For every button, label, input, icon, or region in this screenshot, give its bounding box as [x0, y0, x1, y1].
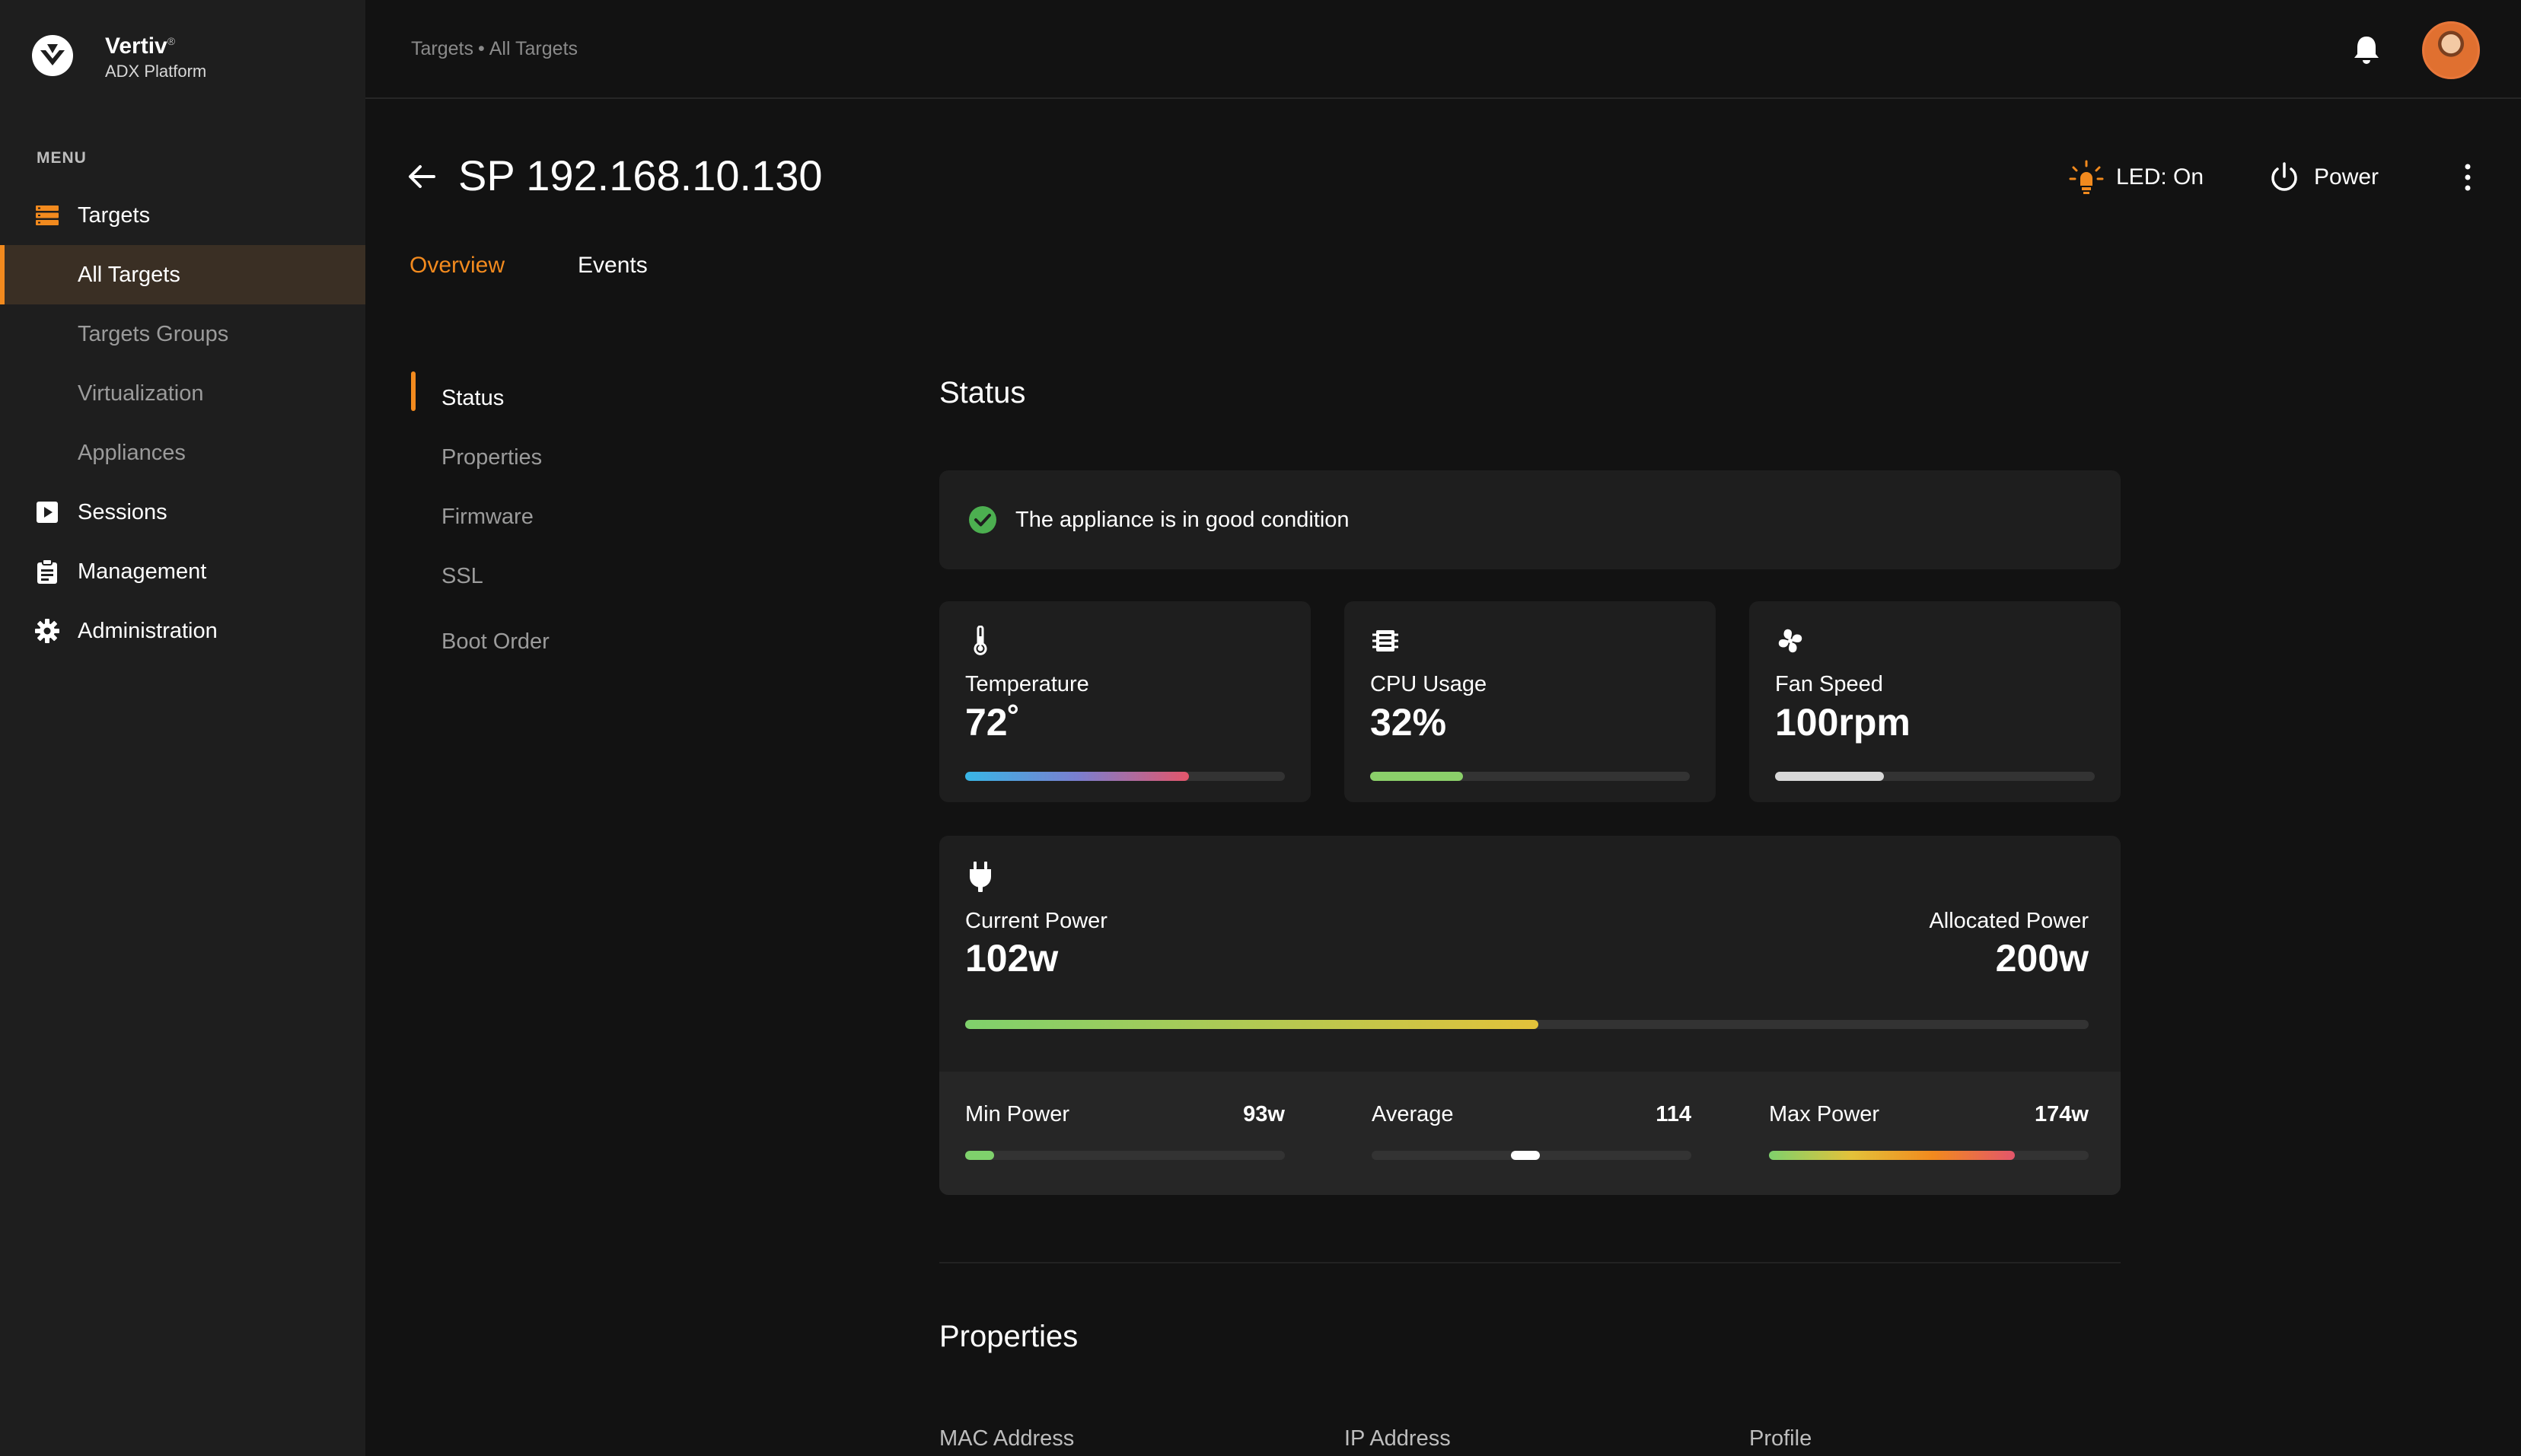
page-title: SP 192.168.10.130	[458, 151, 823, 199]
clipboard-icon	[35, 559, 59, 584]
status-heading: Status	[939, 376, 1026, 409]
max-power-bar	[1769, 1151, 2089, 1160]
average-power-bar	[1372, 1151, 1691, 1160]
led-toggle-button[interactable]: LED: On	[2069, 157, 2204, 198]
power-stats: Min Power 93w Average 114 Max Power 174w	[939, 1072, 2121, 1195]
breadcrumb: Targets • All Targets	[411, 38, 578, 60]
condition-text: The appliance is in good condition	[1015, 507, 1350, 532]
sidebar-item-label: Management	[78, 559, 207, 584]
tab-overview[interactable]: Overview	[410, 253, 505, 279]
vertiv-logo-icon	[32, 34, 73, 76]
ip-address-label: IP Address	[1344, 1426, 1451, 1451]
cpu-usage-card: CPU Usage 32%	[1344, 601, 1716, 802]
temperature-bar-fill	[965, 772, 1189, 781]
sidebar-item-label: Targets	[78, 202, 151, 228]
sessions-icon	[35, 500, 59, 524]
more-options-icon[interactable]	[2452, 160, 2483, 195]
metric-label: CPU Usage	[1370, 672, 1487, 696]
max-power-bar-fill	[1769, 1151, 2016, 1160]
section-nav: Status Properties Firmware SSL Boot Orde…	[411, 368, 550, 671]
fan-speed-bar	[1775, 772, 2095, 781]
mac-address-label: MAC Address	[939, 1426, 1075, 1451]
max-power-stat: Max Power 174w	[1769, 1102, 2089, 1127]
sidebar-item-all-targets[interactable]: All Targets	[0, 245, 365, 304]
metric-label: Fan Speed	[1775, 672, 1883, 696]
brand[interactable]: Vertiv® ADX Platform	[30, 27, 206, 83]
sidebar-item-label: Administration	[78, 618, 218, 643]
power-label: Power	[2314, 164, 2379, 190]
breadcrumb-separator: •	[477, 38, 485, 59]
fan-speed-card: Fan Speed 100rpm	[1749, 601, 2121, 802]
min-power-bar	[965, 1151, 1285, 1160]
average-power-stat: Average 114	[1372, 1102, 1691, 1127]
min-power-stat: Min Power 93w	[965, 1102, 1285, 1127]
bulb-icon	[2069, 160, 2104, 194]
section-link-firmware[interactable]: Firmware	[411, 487, 550, 546]
allocated-power-label: Allocated Power	[1929, 909, 2089, 933]
back-arrow-icon[interactable]	[405, 160, 438, 193]
temperature-bar	[965, 772, 1285, 781]
average-power-marker	[1510, 1151, 1540, 1160]
chip-icon	[1372, 630, 1398, 652]
min-power-bar-fill	[965, 1151, 994, 1160]
tab-events[interactable]: Events	[578, 253, 648, 279]
section-link-properties[interactable]: Properties	[411, 428, 550, 487]
plug-icon	[970, 862, 991, 892]
power-bar	[965, 1020, 2089, 1029]
metric-value: 32%	[1370, 701, 1447, 744]
metric-value: 100rpm	[1775, 701, 1911, 744]
fan-icon	[1778, 629, 1802, 653]
check-circle-icon	[969, 506, 996, 534]
power-button[interactable]: Power	[2267, 157, 2379, 198]
brand-subtitle: ADX Platform	[105, 62, 207, 81]
sidebar-item-appliances[interactable]: Appliances	[0, 423, 365, 483]
sidebar-item-targets[interactable]: Targets	[0, 186, 365, 245]
stat-label: Average	[1372, 1102, 1454, 1126]
section-link-status[interactable]: Status	[411, 368, 550, 428]
stat-value: 93w	[1243, 1102, 1285, 1126]
tabs: Overview Events	[410, 253, 721, 279]
power-bar-fill	[965, 1020, 1538, 1029]
targets-icon	[35, 203, 59, 228]
temperature-card: Temperature 72˚	[939, 601, 1311, 802]
gear-icon	[35, 619, 59, 643]
metric-label: Temperature	[965, 672, 1089, 696]
led-label: LED: On	[2116, 164, 2204, 190]
fan-speed-bar-fill	[1775, 772, 1884, 781]
current-power-label: Current Power	[965, 909, 1108, 933]
section-link-boot-order[interactable]: Boot Order	[411, 612, 550, 671]
section-link-ssl[interactable]: SSL	[411, 546, 550, 606]
sidebar-item-virtualization[interactable]: Virtualization	[0, 364, 365, 423]
sidebar: Vertiv® ADX Platform MENU Targets All Ta…	[0, 0, 365, 1456]
sidebar-item-label: Sessions	[78, 499, 167, 524]
cpu-usage-bar-fill	[1370, 772, 1463, 781]
menu-title: MENU	[37, 149, 87, 167]
properties-heading: Properties	[939, 1320, 1079, 1353]
profile-label: Profile	[1749, 1426, 1812, 1451]
sidebar-item-sessions[interactable]: Sessions	[0, 483, 365, 542]
stat-value: 174w	[2035, 1102, 2089, 1126]
current-power-value: 102w	[965, 937, 1059, 980]
power-icon	[2271, 162, 2297, 191]
power-card: Current Power 102w Allocated Power 200w …	[939, 836, 2121, 1195]
thermometer-icon	[974, 625, 987, 655]
bell-icon[interactable]	[2349, 32, 2384, 67]
sidebar-item-targets-groups[interactable]: Targets Groups	[0, 304, 365, 364]
stat-label: Min Power	[965, 1102, 1069, 1126]
top-bar: Targets • All Targets	[365, 0, 2521, 99]
cpu-usage-bar	[1370, 772, 1690, 781]
brand-name: Vertiv®	[105, 33, 176, 59]
section-divider	[939, 1262, 2121, 1263]
sidebar-item-management[interactable]: Management	[0, 542, 365, 601]
metric-value: 72˚	[965, 701, 1021, 744]
stat-value: 114	[1656, 1102, 1691, 1126]
sidebar-item-administration[interactable]: Administration	[0, 601, 365, 661]
breadcrumb-targets[interactable]: Targets	[411, 38, 473, 59]
allocated-power-value: 200w	[1995, 937, 2089, 980]
condition-banner: The appliance is in good condition	[939, 470, 2121, 569]
avatar[interactable]	[2422, 21, 2480, 79]
breadcrumb-all-targets[interactable]: All Targets	[489, 38, 578, 59]
sidebar-nav: Targets All Targets Targets Groups Virtu…	[0, 186, 365, 661]
